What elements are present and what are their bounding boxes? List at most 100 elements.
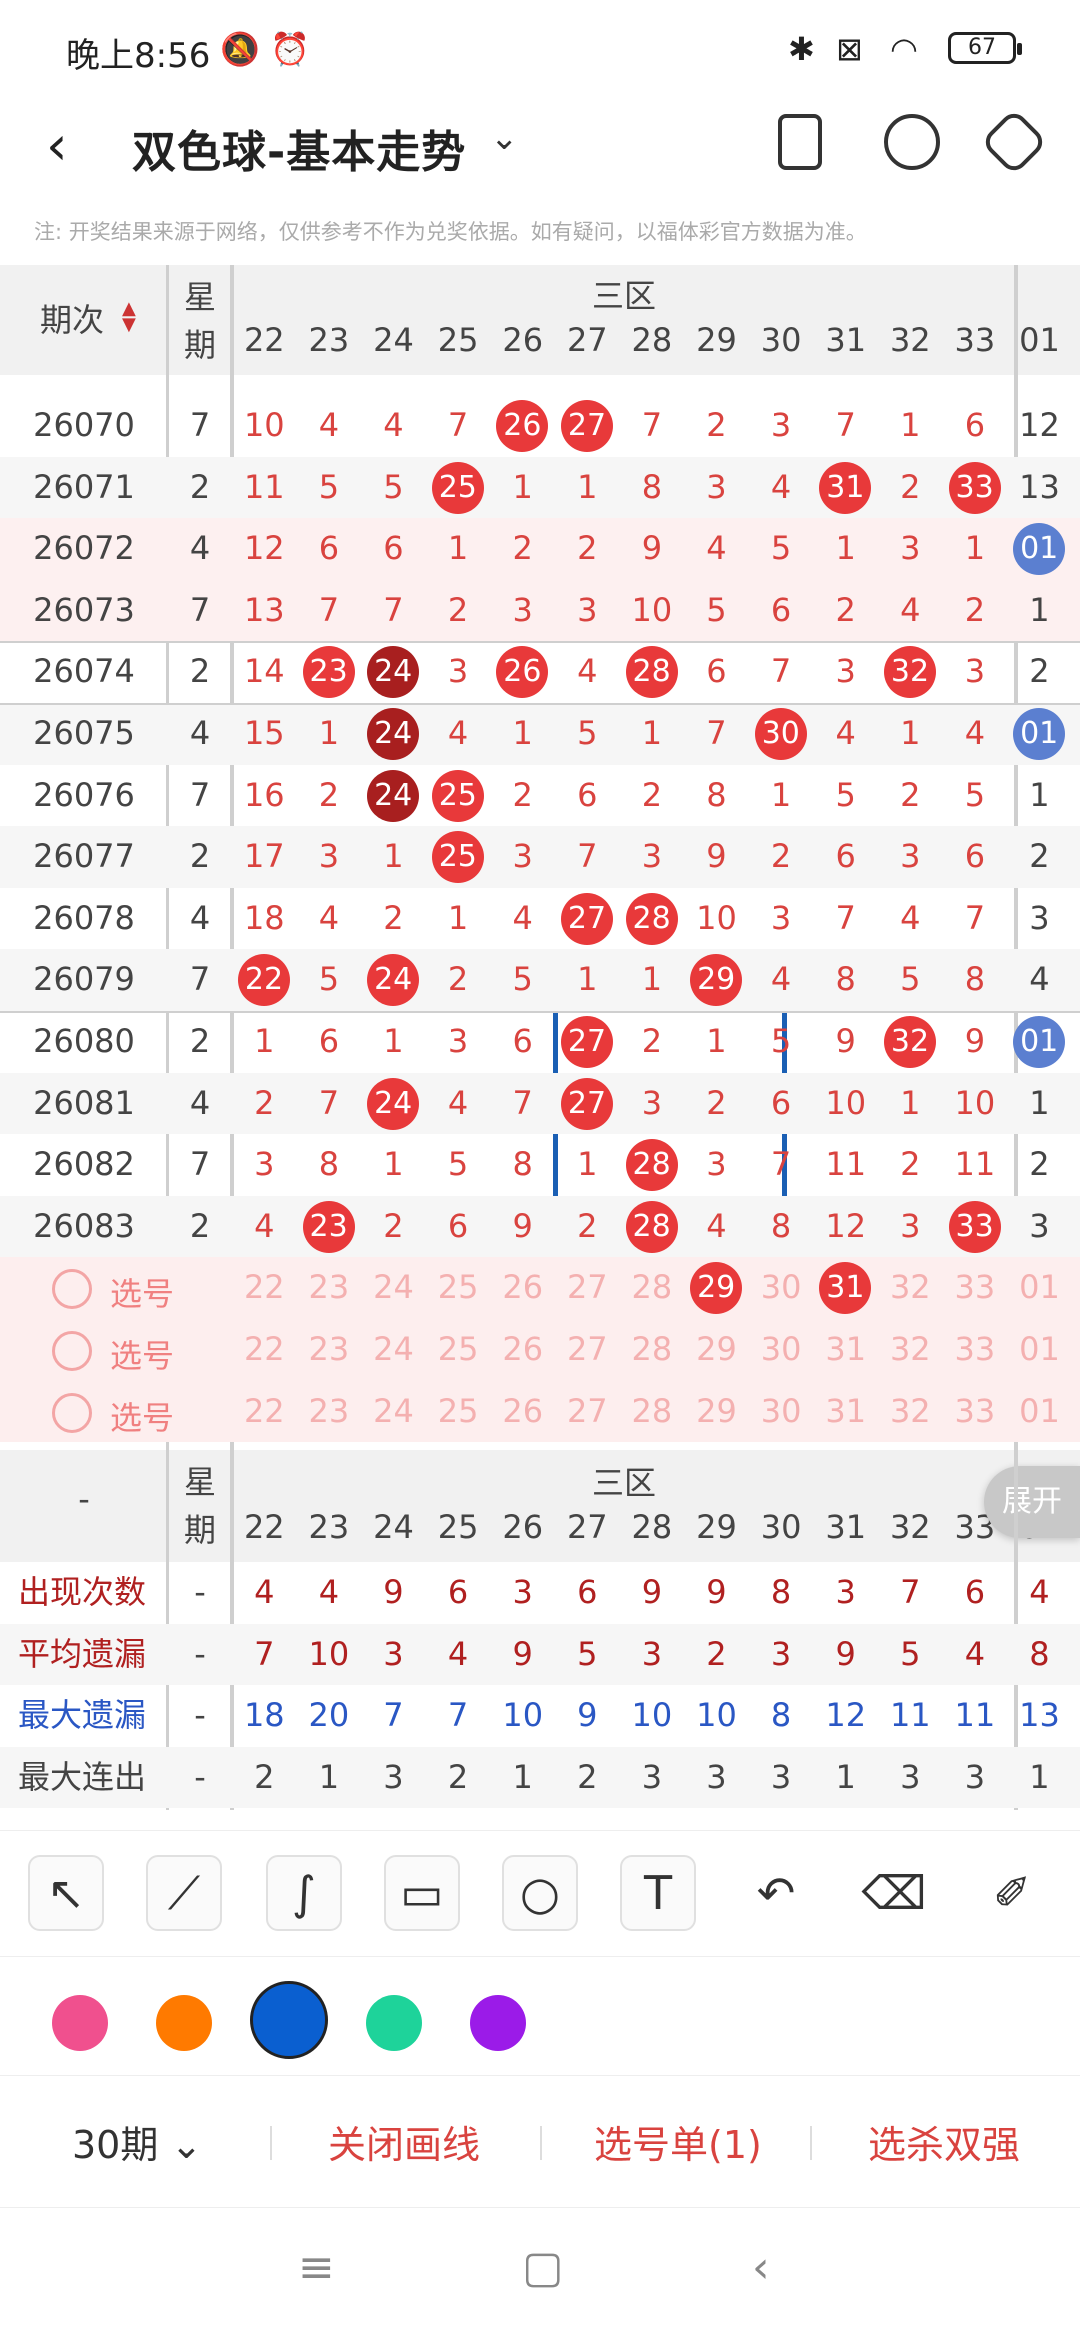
trend-cell[interactable]: 1	[684, 1011, 749, 1073]
trend-cell[interactable]: 1	[813, 518, 878, 580]
number-ball[interactable]: 28	[625, 646, 678, 699]
number-ball[interactable]: 23	[302, 1200, 355, 1253]
trend-cell[interactable]: 10	[684, 888, 749, 950]
trend-cell[interactable]: 18	[232, 888, 297, 950]
trend-cell[interactable]: 1	[426, 888, 491, 950]
trend-cell[interactable]: 8	[297, 1134, 362, 1196]
pick-cell[interactable]: 24	[361, 1257, 426, 1318]
pick-cell[interactable]: 01	[1007, 1257, 1072, 1318]
back-nav-icon[interactable]: ‹	[752, 2242, 770, 2293]
trend-cell[interactable]: 2	[1007, 641, 1072, 703]
trend-cell[interactable]: 10	[943, 1073, 1008, 1135]
trend-cell[interactable]: 7	[297, 1073, 362, 1135]
trend-cell[interactable]: 3	[490, 826, 555, 888]
pick-cell[interactable]: 33	[943, 1319, 1008, 1380]
trend-cell[interactable]: 3	[232, 1134, 297, 1196]
number-ball[interactable]: 33	[948, 1200, 1001, 1253]
trend-cell[interactable]: 3	[555, 580, 620, 642]
trend-cell[interactable]: 4	[426, 1073, 491, 1135]
number-ball[interactable]: 24	[367, 646, 420, 699]
number-ball[interactable]: 32	[884, 1016, 936, 1068]
trend-cell[interactable]: 9	[490, 1196, 555, 1258]
pick-cell[interactable]: 29	[684, 1381, 749, 1442]
trend-cell[interactable]: 5	[878, 949, 943, 1011]
trend-cell[interactable]: 5	[297, 949, 362, 1011]
line-tool-icon[interactable]: ⟋	[146, 1855, 222, 1931]
trend-cell[interactable]: 1	[490, 703, 555, 765]
pick-cell[interactable]: 23	[297, 1381, 362, 1442]
trend-cell[interactable]: 2	[426, 580, 491, 642]
trend-cell[interactable]: 1	[878, 395, 943, 457]
number-ball[interactable]: 25	[431, 831, 484, 884]
share-icon[interactable]	[884, 114, 940, 170]
trend-cell[interactable]: 3	[1007, 888, 1072, 950]
trend-cell[interactable]: 5	[490, 949, 555, 1011]
trend-cell[interactable]: 6	[749, 1073, 814, 1135]
trend-cell[interactable]: 3	[813, 641, 878, 703]
undo-icon[interactable]: ↶	[738, 1855, 814, 1931]
trend-cell[interactable]: 1	[620, 703, 685, 765]
trend-cell[interactable]: 4	[1007, 949, 1072, 1011]
trend-cell[interactable]: 9	[943, 1011, 1008, 1073]
trend-cell[interactable]: 6	[943, 826, 1008, 888]
trend-cell[interactable]: 8	[490, 1134, 555, 1196]
number-ball[interactable]: 30	[754, 708, 807, 760]
trend-cell[interactable]: 8	[684, 765, 749, 827]
color-swatch-green[interactable]	[366, 1995, 422, 2051]
trend-cell[interactable]: 7	[813, 395, 878, 457]
trend-cell[interactable]: 5	[684, 580, 749, 642]
phone-layout-icon[interactable]	[778, 114, 822, 170]
back-icon[interactable]: ‹	[46, 114, 68, 177]
trend-cell[interactable]: 4	[943, 703, 1008, 765]
trend-cell[interactable]: 12	[813, 1196, 878, 1258]
trend-cell[interactable]: 2	[878, 1134, 943, 1196]
color-swatch-pink[interactable]	[52, 1995, 108, 2051]
trend-cell[interactable]: 2	[943, 580, 1008, 642]
trend-cell[interactable]: 3	[1007, 1196, 1072, 1258]
trend-cell[interactable]: 7	[297, 580, 362, 642]
trend-cell[interactable]: 4	[297, 888, 362, 950]
chevron-down-icon[interactable]: ⌄	[490, 118, 519, 158]
trend-cell[interactable]: 11	[232, 457, 297, 519]
trend-cell[interactable]: 3	[490, 580, 555, 642]
trend-cell[interactable]: 8	[943, 949, 1008, 1011]
pick-cell[interactable]: 28	[620, 1257, 685, 1318]
curve-tool-icon[interactable]: ∫	[266, 1855, 342, 1931]
rect-tool-icon[interactable]: ▭	[384, 1855, 460, 1931]
pick-radio[interactable]	[52, 1331, 92, 1371]
trend-cell[interactable]: 7	[490, 1073, 555, 1135]
period-select[interactable]: 30期 ⌄	[72, 2114, 202, 2169]
trend-cell[interactable]: 6	[813, 826, 878, 888]
trend-cell[interactable]: 3	[943, 641, 1008, 703]
trend-cell[interactable]: 2	[749, 826, 814, 888]
trend-cell[interactable]: 6	[361, 518, 426, 580]
trend-cell[interactable]: 4	[878, 888, 943, 950]
number-ball[interactable]: 29	[690, 954, 743, 1007]
pick-label[interactable]: 选号	[110, 1393, 174, 1439]
settings-icon[interactable]	[980, 108, 1048, 176]
trend-cell[interactable]: 6	[297, 518, 362, 580]
pick-cell[interactable]: 26	[490, 1319, 555, 1380]
pick-cell[interactable]: 31	[813, 1319, 878, 1380]
trend-cell[interactable]: 2	[490, 518, 555, 580]
number-ball[interactable]: 01	[1013, 1016, 1066, 1068]
page-title[interactable]: 双色球-基本走势	[132, 116, 466, 180]
trend-cell[interactable]: 3	[684, 1134, 749, 1196]
trend-cell[interactable]: 3	[684, 457, 749, 519]
trend-cell[interactable]: 17	[232, 826, 297, 888]
trend-cell[interactable]: 8	[749, 1196, 814, 1258]
trend-cell[interactable]: 2	[555, 518, 620, 580]
pick-list-button[interactable]: 选号单(1)	[594, 2114, 762, 2169]
pick-label[interactable]: 选号	[110, 1331, 174, 1377]
pick-cell[interactable]: 24	[361, 1381, 426, 1442]
trend-cell[interactable]: 5	[426, 1134, 491, 1196]
trend-cell[interactable]: 5	[297, 457, 362, 519]
trend-cell[interactable]: 3	[620, 1073, 685, 1135]
number-ball[interactable]: 25	[431, 461, 484, 514]
trend-cell[interactable]: 7	[620, 395, 685, 457]
home-icon[interactable]: ▢	[522, 2242, 564, 2293]
trend-cell[interactable]: 2	[297, 765, 362, 827]
pick-cell[interactable]: 30	[749, 1319, 814, 1380]
trend-cell[interactable]: 2	[813, 580, 878, 642]
number-ball[interactable]: 27	[561, 1016, 613, 1068]
